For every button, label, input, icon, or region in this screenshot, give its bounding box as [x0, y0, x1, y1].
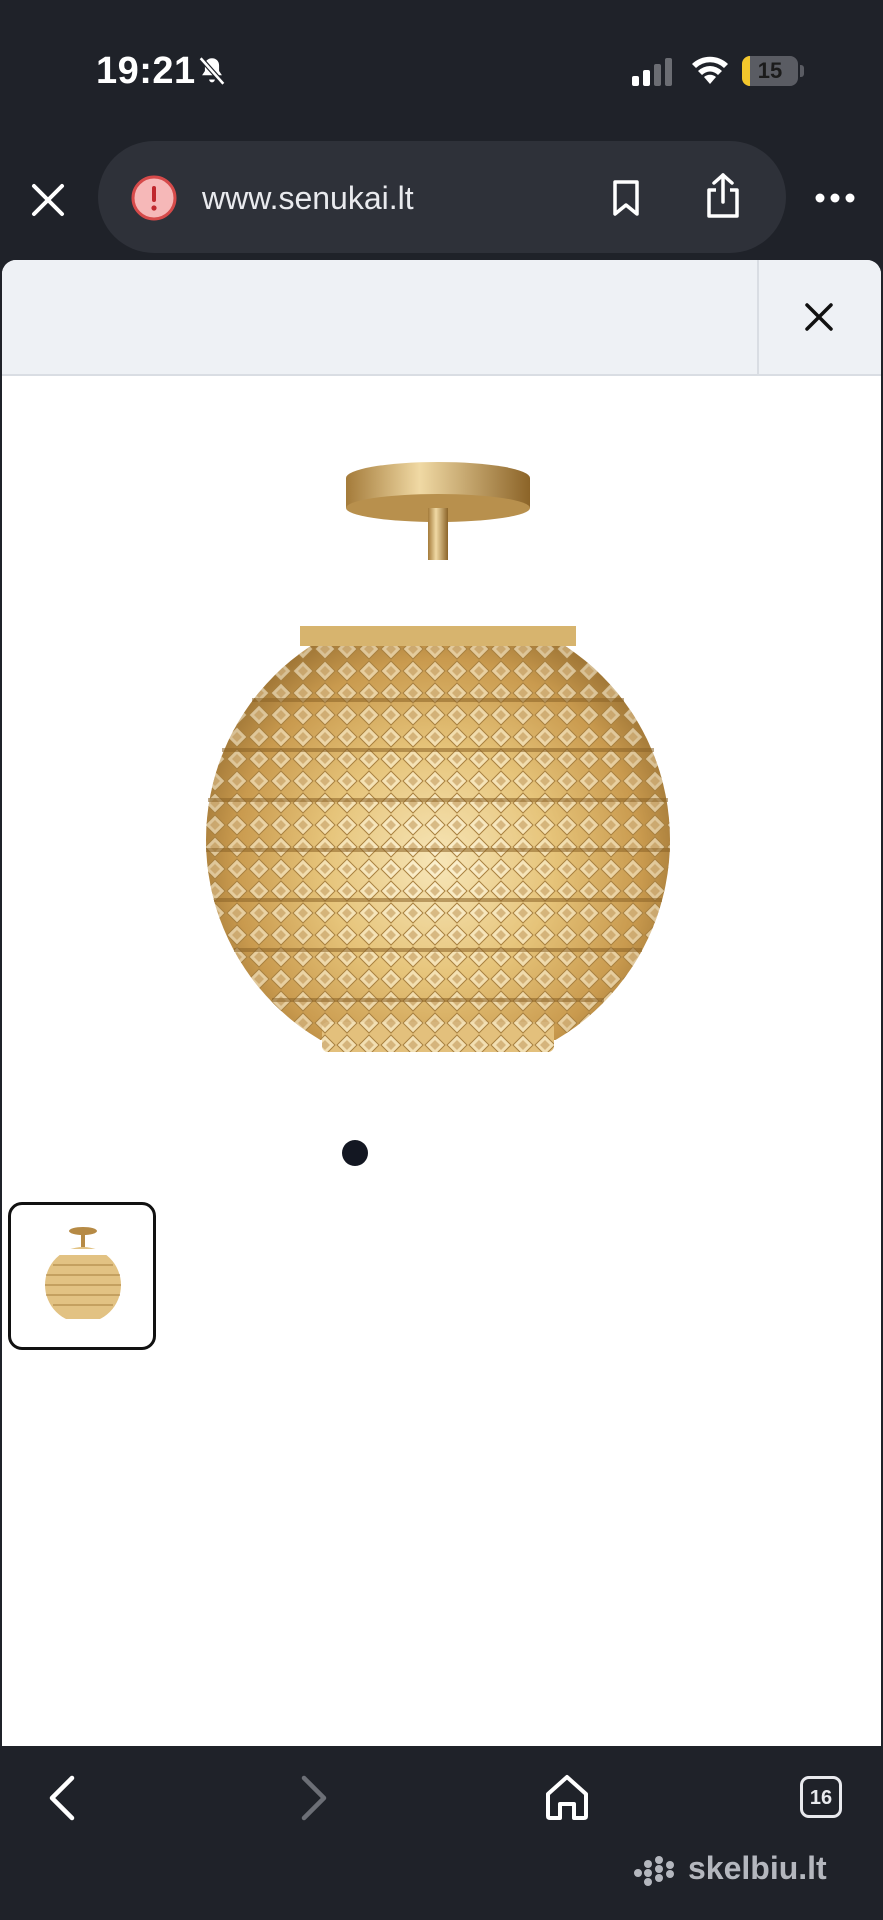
thumbnail-image [33, 1227, 133, 1333]
product-gallery-modal [2, 260, 881, 1746]
battery-tip [800, 65, 804, 77]
cellular-signal-icon [632, 58, 672, 86]
bookmark-icon[interactable] [610, 178, 642, 218]
modal-close-icon[interactable] [804, 302, 834, 332]
tabs-count: 16 [809, 1787, 833, 1809]
battery-level: 15 [757, 58, 783, 83]
home-icon[interactable] [544, 1772, 590, 1822]
more-icon[interactable] [815, 192, 855, 204]
bell-muted-icon [198, 56, 226, 86]
forward-icon[interactable] [296, 1772, 332, 1824]
share-icon[interactable] [704, 172, 742, 220]
close-icon[interactable] [28, 180, 68, 220]
wifi-icon [692, 56, 728, 84]
battery-indicator: 15 [742, 56, 798, 86]
product-image[interactable] [182, 440, 702, 1080]
skelbiu-watermark: skelbiu.lt [688, 1850, 827, 1886]
skelbiu-logo-icon [634, 1856, 674, 1886]
header-divider [757, 260, 759, 374]
status-time: 19:21 [96, 50, 196, 92]
tabs-button[interactable]: 16 [800, 1776, 842, 1818]
browser-bottom-bar [0, 1746, 883, 1920]
carousel-dot-active[interactable] [342, 1140, 368, 1166]
url-text[interactable]: www.senukai.lt [202, 180, 414, 217]
modal-header [2, 260, 881, 376]
gallery-thumbnail[interactable] [8, 1202, 156, 1350]
warning-icon[interactable] [130, 174, 178, 222]
back-icon[interactable] [44, 1772, 80, 1824]
